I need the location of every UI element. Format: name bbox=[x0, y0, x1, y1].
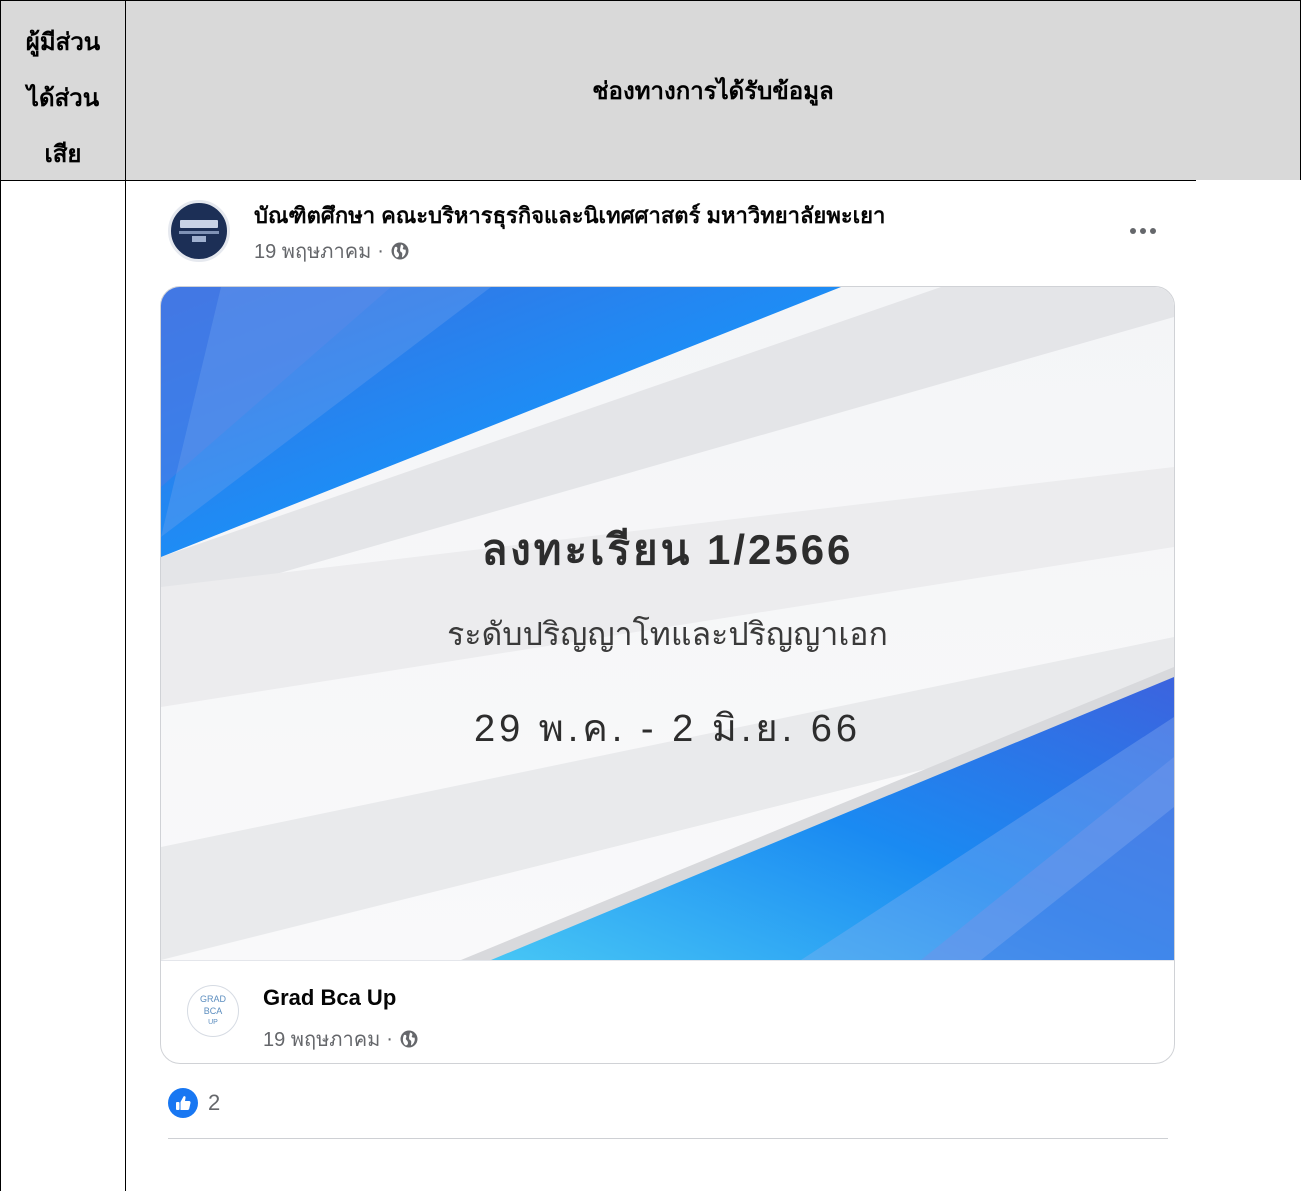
group-avatar-text-2: BCA bbox=[203, 1006, 223, 1016]
avatar-logo-band bbox=[180, 220, 218, 228]
group-avatar-text-3: UP bbox=[208, 1019, 218, 1026]
group-avatar[interactable]: GRAD BCA UP bbox=[187, 985, 239, 1037]
group-avatar-text-1: GRAD bbox=[199, 994, 226, 1004]
page-avatar[interactable] bbox=[168, 200, 230, 262]
channel-column-header: ช่องทางการได้รับข้อมูล bbox=[126, 1, 1300, 180]
shared-post-card[interactable]: ลงทะเรียน 1/2566 ระดับปริญญาโทและปริญญาเ… bbox=[160, 286, 1175, 1064]
page-name-link[interactable]: บัณฑิตศึกษา คณะบริหารธุรกิจและนิเทศศาสตร… bbox=[254, 198, 885, 233]
table-border-left bbox=[0, 0, 1, 1191]
banner-subtitle: ระดับปริญญาโทและปริญญาเอก bbox=[447, 616, 888, 652]
column-divider bbox=[125, 0, 126, 1191]
stakeholder-header-line-3: เสีย bbox=[44, 140, 82, 168]
avatar-logo-mark bbox=[192, 236, 206, 242]
header-border-bottom bbox=[0, 180, 1196, 181]
globe-icon bbox=[400, 1030, 418, 1048]
stakeholder-header-line-2: ได้ส่วน bbox=[26, 84, 100, 112]
post-meta: 19 พฤษภาคม · bbox=[254, 235, 410, 267]
globe-icon bbox=[391, 242, 409, 260]
shared-post-footer: GRAD BCA UP Grad Bca Up 19 พฤษภาคม · bbox=[161, 960, 1174, 1063]
more-options-icon bbox=[1130, 228, 1136, 234]
more-options-dot bbox=[1150, 228, 1156, 234]
group-post-meta: 19 พฤษภาคม · bbox=[263, 1023, 419, 1055]
table-border-top bbox=[0, 0, 1301, 1]
banner-image[interactable]: ลงทะเรียน 1/2566 ระดับปริญญาโทและปริญญาเ… bbox=[161, 287, 1174, 960]
group-meta-separator: · bbox=[386, 1027, 393, 1050]
banner-dates: 29 พ.ค. - 2 มิ.ย. 66 bbox=[473, 708, 862, 750]
document-table: ผู้มีส่วน ได้ส่วน เสีย ช่องทางการได้รับข… bbox=[0, 0, 1301, 1191]
group-post-date[interactable]: 19 พฤษภาคม bbox=[263, 1023, 380, 1055]
stakeholder-header-line-1: ผู้มีส่วน bbox=[25, 28, 101, 56]
reaction-count: 2 bbox=[208, 1090, 221, 1115]
channel-header-text: ช่องทางการได้รับข้อมูล bbox=[592, 77, 834, 105]
more-options-button[interactable] bbox=[1123, 216, 1163, 246]
meta-separator: · bbox=[377, 239, 384, 262]
banner-title: ลงทะเรียน 1/2566 bbox=[481, 526, 854, 573]
stakeholder-column-header: ผู้มีส่วน ได้ส่วน เสีย bbox=[1, 14, 125, 182]
reactions-summary[interactable]: 2 bbox=[168, 1088, 220, 1118]
like-icon bbox=[168, 1088, 198, 1118]
avatar-logo-line bbox=[179, 231, 219, 234]
post-header: บัณฑิตศึกษา คณะบริหารธุรกิจและนิเทศศาสตร… bbox=[160, 190, 1175, 280]
more-options-dot bbox=[1140, 228, 1146, 234]
group-name-link[interactable]: Grad Bca Up bbox=[263, 985, 396, 1011]
facebook-post: บัณฑิตศึกษา คณะบริหารธุรกิจและนิเทศศาสตร… bbox=[160, 190, 1175, 1139]
post-date[interactable]: 19 พฤษภาคม bbox=[254, 235, 371, 267]
reaction-divider bbox=[168, 1138, 1168, 1139]
thumbs-up-icon bbox=[176, 1096, 191, 1110]
